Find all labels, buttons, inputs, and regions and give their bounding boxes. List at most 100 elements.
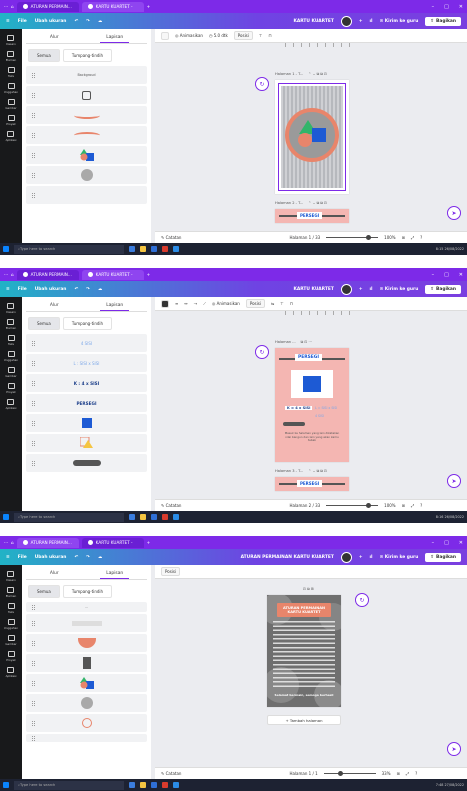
add-collaborator-icon[interactable]: +	[359, 555, 363, 560]
edge-icon[interactable]	[151, 782, 157, 788]
app-icon[interactable]	[173, 514, 179, 520]
grid-view-icon[interactable]: ⊞	[402, 235, 405, 240]
layer-item[interactable]: 4 SISI	[26, 334, 147, 352]
page-count[interactable]: Halaman 1 / 1	[289, 771, 317, 776]
rail-item-design[interactable]: Desain	[6, 303, 16, 314]
more-icon[interactable]: ···	[4, 272, 8, 277]
card-page-3[interactable]: PERSEGI	[275, 477, 349, 491]
rail-item-apps[interactable]: Aplikasi	[6, 667, 16, 678]
taskbar-search[interactable]: ⌕ Type here to search	[14, 780, 124, 790]
browser-tab-active[interactable]: ATURAN PERMAIN...	[16, 537, 79, 548]
page-actions-icon[interactable]: ⊡ ⧉ ⊞	[303, 587, 314, 591]
explorer-icon[interactable]	[140, 514, 146, 520]
undo-icon[interactable]: ↶	[74, 555, 78, 560]
layer-item[interactable]	[26, 674, 147, 692]
tab-layers[interactable]: Lapisan	[100, 33, 130, 43]
edge-icon[interactable]	[151, 246, 157, 252]
flip-icon[interactable]: ⇋	[271, 301, 274, 306]
undo-icon[interactable]: ↶	[74, 287, 78, 292]
windows-start-icon[interactable]	[3, 782, 9, 788]
zoom-knob[interactable]	[366, 234, 372, 240]
layer-item[interactable]	[26, 734, 147, 742]
lock-icon[interactable]: ⊓	[290, 301, 293, 306]
analytics-icon[interactable]: ıl	[370, 287, 373, 292]
transparency-icon[interactable]: ⊤	[280, 301, 283, 306]
rail-item-projects[interactable]: Proyek	[6, 115, 16, 126]
close-icon[interactable]: ✕	[459, 272, 463, 278]
layer-item[interactable]	[26, 634, 147, 652]
layer-item[interactable]	[26, 186, 147, 204]
more-icon[interactable]: ···	[4, 540, 8, 545]
notes-button[interactable]: ✎ Catatan	[161, 235, 181, 240]
rail-item-projects[interactable]: Proyek	[6, 651, 16, 662]
avatar[interactable]	[340, 15, 352, 27]
card-page-2[interactable]: PERSEGI K = 4 x SISI L = SISI x SISI 4 S…	[275, 348, 349, 462]
zoom-level[interactable]: 33%	[382, 771, 391, 776]
refresh-icon[interactable]: ↻	[255, 77, 269, 91]
redo-icon[interactable]: ↷	[86, 19, 90, 24]
filter-overlap[interactable]: Tumpang-tindih	[62, 585, 113, 598]
minimize-icon[interactable]: –	[432, 4, 435, 10]
filter-all[interactable]: Semua	[28, 49, 60, 62]
chrome-icon[interactable]	[162, 514, 168, 520]
animate-button[interactable]: ◎ Animasikan	[212, 301, 240, 306]
analytics-icon[interactable]: ıl	[370, 19, 373, 24]
color-swatch[interactable]	[161, 31, 169, 40]
duration-button[interactable]: ◷ 5.0 dtk	[209, 33, 228, 38]
card-page-2[interactable]: PERSEGI	[275, 209, 349, 223]
avatar[interactable]	[340, 551, 352, 563]
transparency-icon[interactable]: ⊤	[259, 33, 262, 38]
taskview-icon[interactable]	[129, 246, 135, 252]
resize-menu[interactable]: Ubah ukuran	[35, 19, 67, 24]
home-icon[interactable]: ⌂	[11, 4, 14, 9]
fullscreen-icon[interactable]: ⤢	[411, 235, 414, 240]
rail-item-projects[interactable]: Proyek	[6, 383, 16, 394]
line-start-icon[interactable]: ↔	[184, 301, 187, 306]
zoom-level[interactable]: 100%	[384, 235, 395, 240]
taskbar-search[interactable]: ⌕ Type here to search	[14, 512, 124, 522]
animate-button[interactable]: ◎ Animasikan	[175, 33, 203, 38]
color-swatch[interactable]	[161, 299, 169, 308]
layer-item[interactable]	[26, 106, 147, 124]
tab-flow[interactable]: Alur	[44, 569, 65, 579]
taskbar-search[interactable]: ⌕ Type here to search	[14, 244, 124, 254]
page-actions-icon[interactable]: ⌃ ⌄ ⧉ ⧉ ⊡	[308, 72, 327, 76]
filter-all[interactable]: Semua	[28, 585, 60, 598]
maximize-icon[interactable]: □	[444, 272, 449, 278]
explorer-icon[interactable]	[140, 246, 146, 252]
add-page-button[interactable]: + Tambah halaman	[267, 715, 341, 725]
help-icon[interactable]: ?	[420, 235, 422, 240]
layer-item[interactable]: L : SISI x SISI	[26, 354, 147, 372]
file-menu[interactable]: File	[18, 555, 27, 560]
tab-flow[interactable]: Alur	[44, 33, 65, 43]
resize-menu[interactable]: Ubah ukuran	[35, 287, 67, 292]
rail-item-elements[interactable]: Elemen	[6, 587, 16, 598]
share-button[interactable]: ⇪ Bagikan	[425, 16, 461, 26]
chrome-icon[interactable]	[162, 246, 168, 252]
tab-layers[interactable]: Lapisan	[100, 301, 130, 311]
new-tab-icon[interactable]: +	[147, 4, 151, 9]
rail-item-apps[interactable]: Aplikasi	[6, 399, 16, 410]
home-icon[interactable]: ⌂	[11, 540, 14, 545]
layer-item[interactable]	[26, 434, 147, 452]
maximize-icon[interactable]: □	[444, 4, 449, 10]
windows-start-icon[interactable]	[3, 514, 9, 520]
tab-flow[interactable]: Alur	[44, 301, 65, 311]
rail-item-elements[interactable]: Elemen	[6, 51, 16, 62]
rail-item-uploads[interactable]: Unggahan	[4, 619, 18, 630]
rail-item-uploads[interactable]: Unggahan	[4, 83, 18, 94]
layer-item[interactable]: K : 4 x SISI	[26, 374, 147, 392]
filter-all[interactable]: Semua	[28, 317, 60, 330]
rail-item-draw[interactable]: Gambar	[5, 99, 17, 110]
zoom-knob[interactable]	[366, 502, 372, 508]
taskview-icon[interactable]	[129, 514, 135, 520]
position-button[interactable]: Posisi	[233, 31, 253, 40]
taskview-icon[interactable]	[129, 782, 135, 788]
browser-tab[interactable]: KARTU KUARTET -	[81, 537, 144, 548]
fullscreen-icon[interactable]: ⤢	[406, 771, 409, 776]
rail-item-design[interactable]: Desain	[6, 35, 16, 46]
new-tab-icon[interactable]: +	[147, 540, 151, 545]
layer-item[interactable]: ...	[26, 602, 147, 612]
assistant-icon[interactable]: ➤	[447, 474, 461, 488]
redo-icon[interactable]: ↷	[86, 555, 90, 560]
